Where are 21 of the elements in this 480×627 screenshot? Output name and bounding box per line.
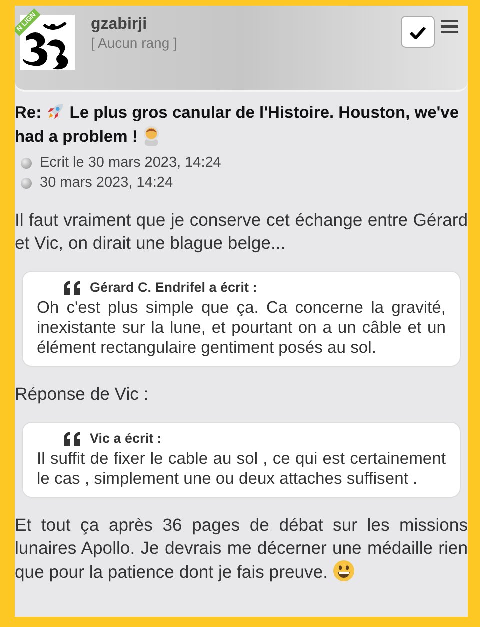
username[interactable]: gzabirji bbox=[91, 15, 178, 34]
post-paragraph: Il faut vraiment que je conserve cet échange entre Gérard et Vic, on dirait une blague belge... bbox=[15, 209, 468, 255]
quote-icon bbox=[64, 432, 82, 446]
bullet-icon bbox=[21, 158, 32, 168]
post-date: Ecrit le 30 mars 2023, 14:24 bbox=[40, 154, 222, 173]
post-date: 30 mars 2023, 14:24 bbox=[40, 174, 174, 193]
check-icon bbox=[410, 26, 426, 38]
quote-text: Il suffit de fixer le cable au sol , ce qui est certainement le cas , simplement une ou deux attaches suffisent . bbox=[37, 449, 446, 489]
astronaut-icon bbox=[142, 125, 162, 146]
post-paragraph: Et tout ça après 36 pages de débat sur les missions lunaires Apollo. Je devrais me décerner une médaille rien que pour la patience dont je fais preuve. bbox=[15, 514, 468, 584]
post-title: Re: Le plus gros canular de l'Histoire. Houston, we've had a problem ! bbox=[15, 102, 460, 148]
quote-text: Oh c'est plus simple que ça. Ca concerne la gravité, inexistante sur la lune, et pourtant on a un câble et un élément rectangulaire gentiment posés au sol. bbox=[37, 298, 446, 358]
select-button[interactable] bbox=[401, 16, 435, 48]
quote-author: Gérard C. Endrifel a écrit : bbox=[90, 279, 258, 297]
quote-icon bbox=[64, 281, 82, 295]
user-rank: [ Aucun rang ] bbox=[91, 34, 178, 52]
quote-author: Vic a écrit : bbox=[90, 430, 162, 448]
rocket-icon bbox=[46, 102, 66, 121]
bullet-icon bbox=[21, 178, 32, 188]
menu-icon bbox=[441, 18, 458, 35]
post-paragraph: Réponse de Vic : bbox=[15, 383, 150, 406]
